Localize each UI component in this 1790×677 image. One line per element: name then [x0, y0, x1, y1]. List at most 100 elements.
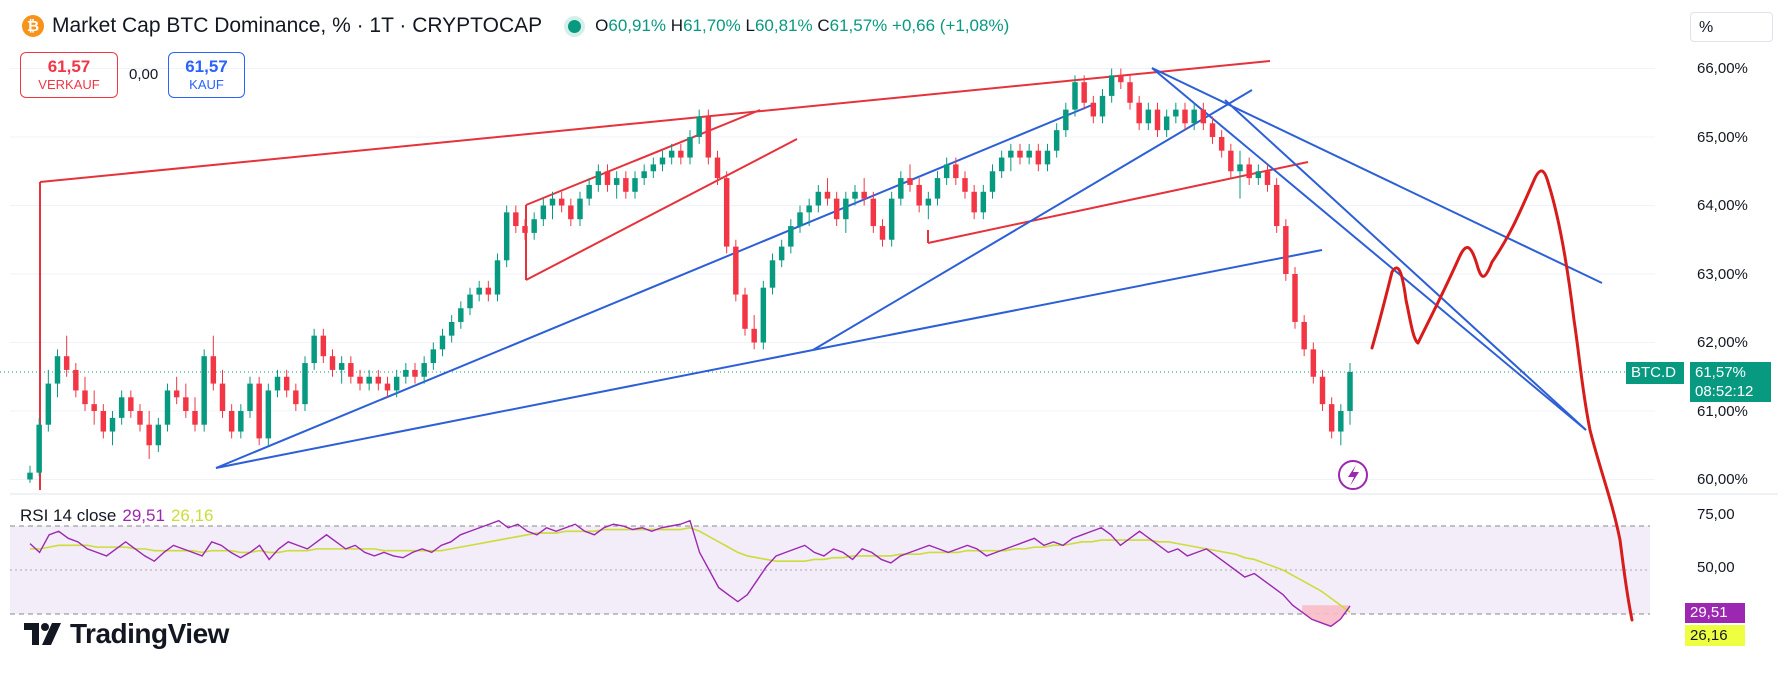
candle-body — [668, 150, 675, 158]
candle-body — [1099, 95, 1106, 117]
candle-body — [1191, 109, 1197, 124]
candles — [27, 68, 1353, 483]
candle-body — [687, 137, 693, 158]
candle-body — [412, 369, 418, 377]
candle-body — [907, 178, 913, 185]
candle-body — [723, 178, 730, 247]
rsi-legend[interactable]: RSI 14 close 29,51 26,16 — [20, 506, 213, 526]
candle-body — [1136, 102, 1142, 124]
candle-body — [430, 349, 437, 364]
sell-button[interactable]: 61,57 VERKAUF — [20, 52, 118, 98]
candle-body — [146, 424, 152, 446]
candle-body — [1063, 109, 1069, 131]
tradingview-logo[interactable]: TradingView — [24, 618, 229, 650]
candle-body — [238, 411, 244, 432]
candle-body — [705, 116, 712, 158]
candle-body — [1273, 184, 1280, 227]
candle-body — [1154, 109, 1161, 131]
price-tick: 63,00% — [1697, 266, 1748, 283]
price-tick: 64,00% — [1697, 197, 1748, 214]
candle-body — [329, 356, 336, 370]
candle-body — [302, 363, 308, 405]
candle-body — [311, 335, 317, 364]
current-price: 61,57% — [1695, 364, 1746, 381]
candle-body — [183, 397, 189, 411]
symbol-tag: BTC.D — [1626, 362, 1684, 384]
candle-body — [1072, 82, 1078, 110]
candle-body — [1338, 411, 1344, 432]
trendline-blue-6 — [1151, 67, 1587, 431]
price-tick: 65,00% — [1697, 129, 1748, 146]
candle-body — [201, 356, 207, 425]
candle-body — [338, 363, 345, 370]
price-tick: 66,00% — [1697, 60, 1748, 77]
candle-body — [476, 287, 482, 295]
candle-body — [366, 376, 372, 384]
candle-body — [788, 226, 794, 247]
market-status-icon — [568, 19, 582, 33]
chart-title[interactable]: Market Cap BTC Dominance, % · 1T · CRYPT… — [52, 14, 542, 38]
candle-body — [293, 390, 299, 405]
rsi-ma-tag: 26,16 — [1685, 625, 1745, 646]
candle-body — [540, 205, 547, 220]
candle-body — [888, 198, 895, 240]
tradingview-wordmark: TradingView — [70, 618, 229, 649]
rsi-label: RSI 14 close — [20, 506, 117, 525]
candle-body — [1017, 150, 1023, 158]
buy-button[interactable]: 61,57 KAUF — [168, 52, 245, 98]
candle-body — [36, 424, 42, 473]
candle-body — [228, 411, 235, 432]
candle-body — [73, 369, 79, 391]
candle-body — [467, 294, 473, 309]
candle-body — [623, 178, 629, 192]
candle-body — [1053, 130, 1060, 151]
candle-body — [971, 191, 977, 213]
candle-body — [696, 116, 702, 137]
chart-canvas[interactable] — [0, 0, 1790, 677]
candle-body — [164, 390, 171, 425]
candle-body — [503, 212, 510, 261]
candle-body — [815, 191, 822, 206]
candle-body — [943, 164, 950, 179]
trendline-blue-3 — [812, 249, 1323, 351]
candle-body — [879, 226, 886, 240]
rsi-tick-50: 50,00 — [1697, 559, 1735, 576]
candle-body — [714, 157, 721, 179]
ohlc-close: 61,57% — [829, 16, 888, 35]
candle-body — [678, 150, 684, 158]
tradingview-icon — [24, 623, 61, 645]
unit-selector[interactable]: % — [1690, 12, 1773, 42]
bitcoin-icon: ₿ — [22, 15, 44, 37]
candle-body — [916, 184, 922, 206]
candle-body — [1145, 109, 1152, 124]
candle-body — [283, 376, 290, 391]
candle-body — [192, 411, 198, 425]
candle-body — [274, 376, 281, 391]
trendline-blue-1b — [215, 459, 257, 469]
candle-body — [439, 335, 446, 350]
candle-body — [494, 260, 501, 295]
candle-body — [100, 411, 107, 432]
candle-body — [806, 205, 812, 213]
candle-body — [1319, 376, 1326, 405]
candle-body — [595, 171, 602, 185]
candle-body — [421, 363, 427, 377]
sell-price: 61,57 — [47, 57, 91, 76]
candle-body — [824, 191, 831, 199]
candle-body — [531, 219, 537, 233]
candle-body — [962, 178, 968, 192]
candle-body — [393, 376, 400, 391]
price-tick: 61,00% — [1697, 403, 1748, 420]
candle-body — [54, 356, 61, 384]
candle-body — [549, 198, 556, 206]
candle-body — [586, 184, 592, 199]
candle-body — [513, 212, 519, 227]
candle-body — [843, 198, 849, 220]
candle-body — [568, 205, 574, 220]
spread-value: 0,00 — [129, 66, 159, 83]
candle-body — [998, 157, 1005, 172]
candle-body — [1163, 116, 1170, 131]
candle-body — [641, 171, 647, 179]
candle-body — [1026, 150, 1032, 158]
candle-body — [980, 191, 987, 213]
